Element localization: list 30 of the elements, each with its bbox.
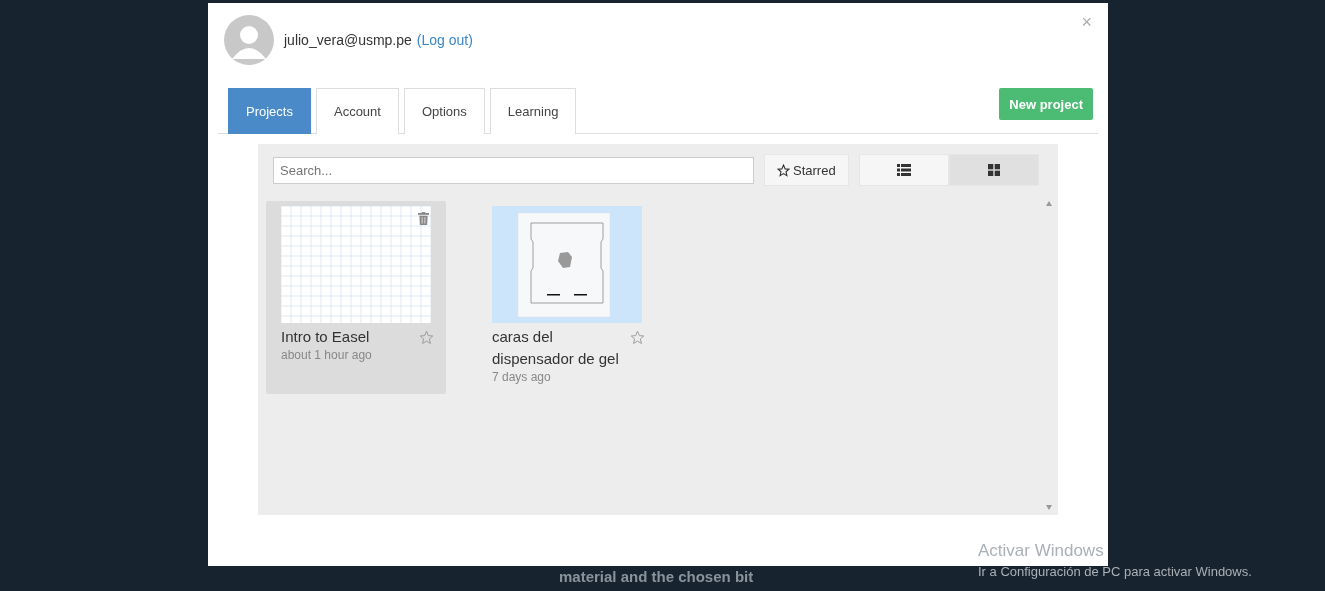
logout-link[interactable]: (Log out) <box>416 32 473 48</box>
tab[interactable]: Account <box>315 88 399 134</box>
background-text: material and the chosen bit <box>559 568 754 585</box>
activation-text: Ir a Configuración de PC para activar Windows. <box>978 564 1252 579</box>
design-thumbnail-drawing[interactable] <box>492 206 642 323</box>
project-date: about 1 hour ago <box>281 348 373 362</box>
project-date: 7 days ago <box>492 370 552 384</box>
user-email: julio_vera@usmp.pe <box>284 32 412 48</box>
grid-view-button[interactable] <box>948 154 1039 186</box>
list-view-button[interactable] <box>858 154 949 186</box>
avatar-icon <box>224 15 274 65</box>
search-field[interactable]: Search... <box>273 156 754 184</box>
star-icon[interactable] <box>630 330 645 345</box>
project-title[interactable]: caras del dispensador de gel <box>492 326 630 370</box>
grid-thumbnail-drawing[interactable] <box>281 206 431 323</box>
star-icon <box>777 163 790 177</box>
project-card[interactable]: Intro to Easel about 1 hour ago <box>266 201 446 394</box>
project-title[interactable]: Intro to Easel <box>281 326 419 348</box>
scroll-up-icon[interactable] <box>1046 201 1052 206</box>
tab[interactable]: Projects <box>228 88 311 134</box>
star-icon[interactable] <box>419 330 434 345</box>
tab[interactable]: Options <box>403 88 485 134</box>
grid-icon <box>987 164 1000 176</box>
project-card[interactable]: caras del dispensador de gel 7 days ago <box>477 201 657 394</box>
scroll-down-icon[interactable] <box>1046 505 1052 510</box>
tab[interactable]: Learning <box>489 88 577 134</box>
list-icon <box>896 164 911 176</box>
starred-filter-button[interactable]: Starred <box>764 154 849 186</box>
activation-title: Activar Windows <box>978 541 1105 561</box>
trash-icon[interactable] <box>418 212 429 225</box>
